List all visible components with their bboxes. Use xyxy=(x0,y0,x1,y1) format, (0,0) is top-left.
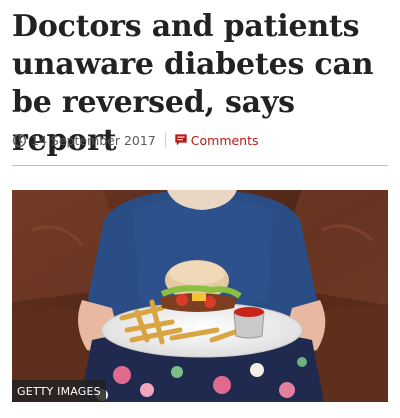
article-meta: 14 September 2017 Comments xyxy=(12,130,259,150)
comments-link[interactable]: Comments xyxy=(191,133,259,148)
image-credit: GETTY IMAGES xyxy=(12,380,106,402)
divider xyxy=(12,165,388,166)
meta-divider xyxy=(164,133,166,147)
article-image: GETTY IMAGES xyxy=(12,190,388,402)
article-date: 14 September 2017 xyxy=(31,132,156,148)
comment-icon[interactable] xyxy=(174,133,188,147)
photo-illustration xyxy=(12,190,388,402)
clock-icon xyxy=(12,133,27,147)
